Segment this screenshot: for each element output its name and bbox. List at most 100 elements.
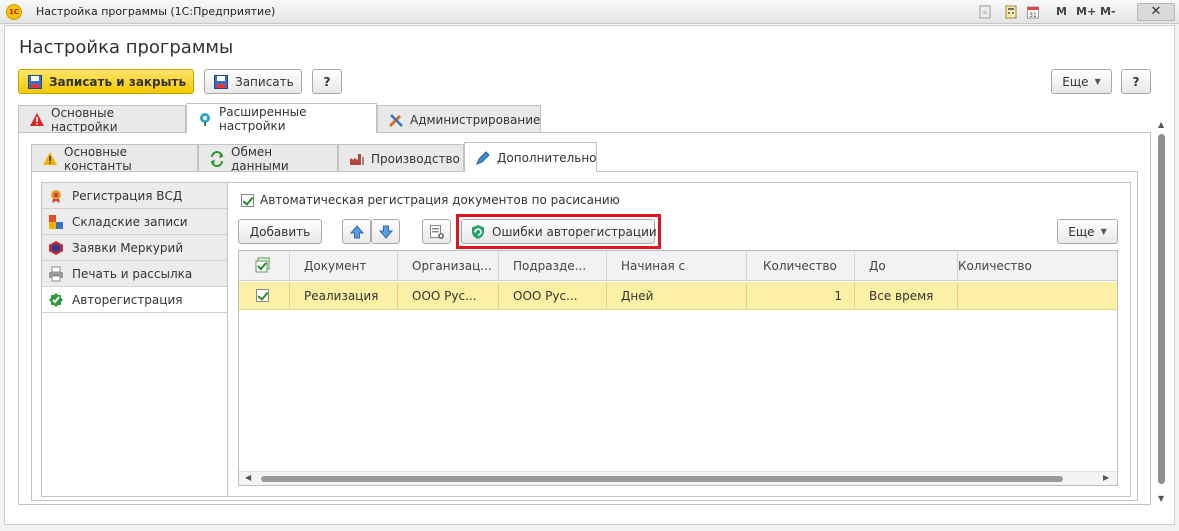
settings-flower-icon xyxy=(200,112,210,126)
app-logo-icon: 1С xyxy=(6,4,22,20)
side-item-vsd-registration[interactable]: Регистрация ВСД xyxy=(42,183,229,209)
save-label: Записать xyxy=(235,74,294,89)
memory-plus-button[interactable]: M+ xyxy=(1076,5,1096,18)
auto-registration-label: Автоматическая регистрация документов по… xyxy=(260,193,620,207)
printer-icon xyxy=(49,266,63,281)
mercury-icon xyxy=(49,240,63,255)
column-header-organization[interactable]: Организац... xyxy=(398,251,499,281)
settings-list-button[interactable] xyxy=(422,219,451,244)
side-item-label: Авторегистрация xyxy=(72,292,183,307)
arrow-down-icon xyxy=(378,225,393,239)
certificate-icon xyxy=(51,189,61,203)
window-title: Настройка программы (1С:Предприятие) xyxy=(36,5,276,18)
tools-icon xyxy=(388,113,403,127)
tab-additional[interactable]: Дополнительно xyxy=(464,142,597,172)
side-item-label: Регистрация ВСД xyxy=(72,188,183,203)
cell-subdivision[interactable]: ООО Рус... xyxy=(499,282,607,310)
tab-basic-constants[interactable]: Основные константы xyxy=(31,144,198,173)
side-item-label: Печать и рассылка xyxy=(72,266,193,281)
list-settings-icon xyxy=(429,224,444,239)
scrollbar-thumb[interactable] xyxy=(261,476,1063,482)
cell-starting-from[interactable]: Дней xyxy=(607,282,747,310)
tab-data-exchange[interactable]: Обмен данными xyxy=(198,144,338,173)
help-right-button[interactable]: ? xyxy=(1121,69,1151,94)
side-item-mercury-requests[interactable]: Заявки Меркурий xyxy=(42,235,229,261)
table-horizontal-scrollbar[interactable]: ◀ ▶ xyxy=(239,471,1117,485)
side-item-autoregistration[interactable]: Авторегистрация xyxy=(42,287,229,313)
column-header-subdivision[interactable]: Подразде... xyxy=(499,251,607,281)
move-down-button[interactable] xyxy=(371,219,400,244)
blocks-icon xyxy=(49,214,63,229)
scrollbar-thumb[interactable] xyxy=(1158,134,1165,484)
tab-production[interactable]: Производство xyxy=(338,144,464,172)
tab-label: Обмен данными xyxy=(231,144,289,173)
column-header-quantity-2[interactable]: Количество xyxy=(958,251,1117,281)
memory-minus-button[interactable]: M- xyxy=(1100,5,1116,18)
form-vertical-scrollbar[interactable]: ▲ ▼ xyxy=(1157,120,1167,510)
auto-registration-checkbox[interactable] xyxy=(241,193,254,207)
more-button[interactable]: Еще ▼ xyxy=(1051,69,1112,94)
calculator-icon[interactable] xyxy=(1004,5,1018,19)
tab-label: Дополнительно xyxy=(497,150,597,165)
side-item-print-mailing[interactable]: Печать и рассылка xyxy=(42,261,229,287)
tab-label: Производство xyxy=(371,151,460,166)
auto-registration-option: Автоматическая регистрация документов по… xyxy=(241,193,620,207)
cell-until[interactable]: Все время xyxy=(855,282,958,310)
more-label: Еще xyxy=(1062,74,1089,89)
scroll-up-icon[interactable]: ▲ xyxy=(1158,120,1164,129)
side-list: Регистрация ВСД Складские записи Заявки … xyxy=(41,182,229,497)
column-header-document[interactable]: Документ xyxy=(290,251,398,281)
column-header-quantity-2-label: Количество xyxy=(958,259,1032,273)
arrow-up-icon xyxy=(349,224,364,238)
save-and-close-label: Записать и закрыть xyxy=(49,74,187,89)
checklist-icon xyxy=(255,257,270,273)
scroll-left-icon[interactable]: ◀ xyxy=(245,473,251,482)
highlight-frame xyxy=(456,214,661,249)
help-button[interactable]: ? xyxy=(312,69,342,94)
check-badge-icon xyxy=(49,292,63,307)
window-close-button[interactable]: ✕ xyxy=(1137,3,1175,21)
page-title: Настройка программы xyxy=(19,37,234,58)
form-content: Настройка программы Записать и закрыть З… xyxy=(4,25,1175,525)
column-header-starting-from[interactable]: Начиная с xyxy=(607,251,747,281)
scroll-right-icon[interactable]: ▶ xyxy=(1103,473,1109,482)
chevron-down-icon: ▼ xyxy=(1100,227,1107,236)
cell-document[interactable]: Реализация xyxy=(290,282,398,310)
cell-quantity[interactable]: 1 xyxy=(747,282,855,310)
warning-icon xyxy=(30,112,44,126)
table-header: Документ Организац... Подразде... Начина… xyxy=(239,251,1117,281)
calendar-icon[interactable]: 31 xyxy=(1026,5,1040,19)
table-more-button[interactable]: Еще ▼ xyxy=(1057,219,1118,244)
favorites-icon[interactable] xyxy=(978,5,992,19)
save-and-close-button[interactable]: Записать и закрыть xyxy=(18,69,194,94)
autoregistration-table: Документ Организац... Подразде... Начина… xyxy=(238,250,1118,486)
cell-quantity-2[interactable] xyxy=(958,282,1117,310)
save-icon xyxy=(214,74,228,89)
column-header-quantity[interactable]: Количество xyxy=(747,251,855,281)
tab-administration[interactable]: Администрирование xyxy=(377,105,541,133)
save-button[interactable]: Записать xyxy=(204,69,302,94)
column-header-until[interactable]: До xyxy=(855,251,958,281)
tab-extended-settings[interactable]: Расширенные настройки xyxy=(186,103,377,133)
svg-text:31: 31 xyxy=(1029,12,1037,19)
add-button[interactable]: Добавить xyxy=(238,219,322,244)
window-titlebar: 1С Настройка программы (1С:Предприятие) … xyxy=(0,0,1179,24)
move-up-button[interactable] xyxy=(342,219,371,244)
table-row[interactable]: Реализация ООО Рус... ООО Рус... Дней 1 … xyxy=(239,282,1117,310)
side-item-label: Заявки Меркурий xyxy=(72,240,184,255)
factory-icon xyxy=(350,153,364,165)
chevron-down-icon: ▼ xyxy=(1094,77,1101,86)
scroll-down-icon[interactable]: ▼ xyxy=(1158,494,1164,503)
tab-basic-settings[interactable]: Основные настройки xyxy=(18,105,186,134)
tab-label: Расширенные настройки xyxy=(219,104,307,133)
memory-m-button[interactable]: M xyxy=(1056,5,1067,18)
header-mark-column[interactable] xyxy=(239,251,290,281)
table-more-label: Еще xyxy=(1068,224,1095,239)
pencil-icon xyxy=(476,150,490,165)
side-item-warehouse-records[interactable]: Складские записи xyxy=(42,209,229,235)
tab-label: Администрирование xyxy=(410,112,541,127)
row-mark-cell[interactable] xyxy=(239,282,290,310)
cell-organization[interactable]: ООО Рус... xyxy=(398,282,499,310)
row-checkbox[interactable] xyxy=(256,289,269,302)
tab-label: Основные константы xyxy=(64,144,132,173)
